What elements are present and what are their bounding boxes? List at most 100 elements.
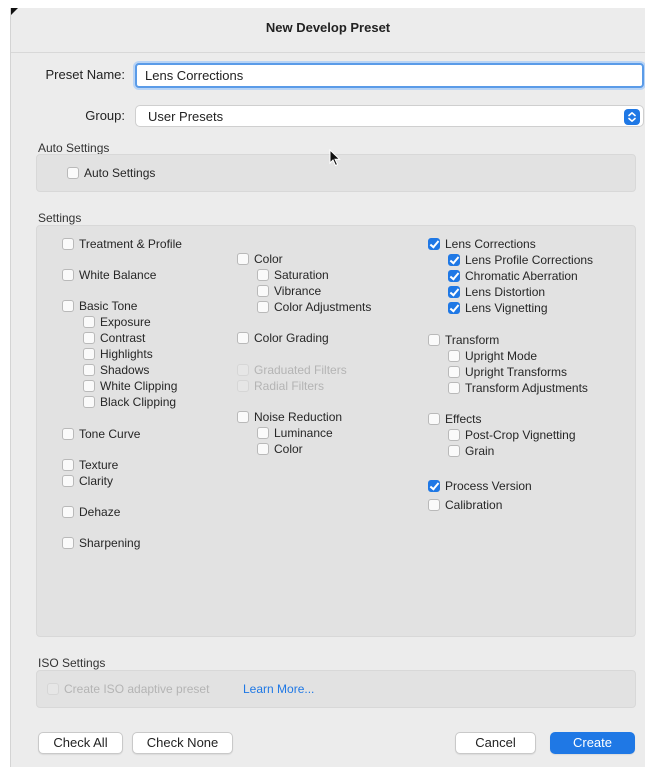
transform-adjustments-label: Transform Adjustments <box>465 381 588 395</box>
check-none-button[interactable]: Check None <box>132 732 233 754</box>
checkbox-clarity[interactable]: Clarity <box>62 473 113 489</box>
checkbox-white-clipping[interactable]: White Clipping <box>83 378 177 394</box>
group-select[interactable]: User Presets <box>135 105 644 127</box>
checkbox-upright-mode[interactable]: Upright Mode <box>448 348 537 364</box>
color-adjustments-label: Color Adjustments <box>274 300 372 314</box>
upright-transforms-label: Upright Transforms <box>465 365 568 379</box>
sharpening-label: Sharpening <box>79 536 141 550</box>
checkbox-post-crop-vignetting[interactable]: Post-Crop Vignetting <box>448 427 576 443</box>
mouse-pointer-icon <box>329 148 341 170</box>
group-label: Group: <box>85 108 125 123</box>
checkbox-dehaze[interactable]: Dehaze <box>62 504 120 520</box>
checkbox-iso-adaptive: Create ISO adaptive preset <box>47 681 209 697</box>
checkbox-noise-color[interactable]: Color <box>257 441 303 457</box>
checkbox-white-balance[interactable]: White Balance <box>62 267 156 283</box>
auto-settings-checkbox[interactable]: Auto Settings <box>67 165 155 181</box>
preset-name-input[interactable] <box>135 63 644 88</box>
titlebar-divider <box>11 52 645 53</box>
group-selected-value: User Presets <box>148 109 224 124</box>
checkbox-graduated-filters: Graduated Filters <box>237 362 347 378</box>
lens-distortion-label: Lens Distortion <box>465 285 546 299</box>
checkbox-shadows[interactable]: Shadows <box>83 362 149 378</box>
iso-adaptive-label: Create ISO adaptive preset <box>64 682 210 696</box>
auto-settings-section-title: Auto Settings <box>38 141 110 155</box>
lens-corrections-label: Lens Corrections <box>445 237 536 251</box>
chevron-updown-icon <box>624 109 640 125</box>
checkbox-basic-tone[interactable]: Basic Tone <box>62 298 137 314</box>
checkbox-transform[interactable]: Transform <box>428 332 499 348</box>
shadows-label: Shadows <box>100 363 150 377</box>
contrast-label: Contrast <box>100 331 146 345</box>
post-crop-vignetting-label: Post-Crop Vignetting <box>465 428 576 442</box>
checkbox-treatment-profile[interactable]: Treatment & Profile <box>62 236 182 252</box>
noise-reduction-label: Noise Reduction <box>254 410 343 424</box>
checkbox-lens-vignetting[interactable]: Lens Vignetting <box>448 300 548 316</box>
preset-name-label: Preset Name: <box>45 67 125 82</box>
luminance-label: Luminance <box>274 426 333 440</box>
checkbox-process-version[interactable]: Process Version <box>428 478 532 494</box>
checkbox-lens-corrections[interactable]: Lens Corrections <box>428 236 536 252</box>
checkbox-lens-distortion[interactable]: Lens Distortion <box>448 284 545 300</box>
check-all-button[interactable]: Check All <box>38 732 123 754</box>
white-clipping-label: White Clipping <box>100 379 178 393</box>
auto-settings-checkbox-label: Auto Settings <box>84 166 156 180</box>
checkbox-vibrance[interactable]: Vibrance <box>257 283 321 299</box>
vibrance-label: Vibrance <box>274 284 322 298</box>
checkbox-texture[interactable]: Texture <box>62 457 118 473</box>
white-balance-label: White Balance <box>79 268 157 282</box>
lens-vignetting-label: Lens Vignetting <box>465 301 548 315</box>
clarity-label: Clarity <box>79 474 114 488</box>
highlights-label: Highlights <box>100 347 153 361</box>
color-grading-label: Color Grading <box>254 331 329 345</box>
checkbox-sharpening[interactable]: Sharpening <box>62 535 140 551</box>
checkbox-upright-transforms[interactable]: Upright Transforms <box>448 364 567 380</box>
radial-filters-label: Radial Filters <box>254 379 325 393</box>
window-corner <box>11 8 18 15</box>
checkbox-tone-curve[interactable]: Tone Curve <box>62 426 140 442</box>
checkbox-transform-adjustments[interactable]: Transform Adjustments <box>448 380 588 396</box>
texture-label: Texture <box>79 458 119 472</box>
checkbox-lens-profile-corrections[interactable]: Lens Profile Corrections <box>448 252 593 268</box>
checkbox-highlights[interactable]: Highlights <box>83 346 153 362</box>
checkbox-radial-filters: Radial Filters <box>237 378 324 394</box>
checkbox-color[interactable]: Color <box>237 251 283 267</box>
graduated-filters-label: Graduated Filters <box>254 363 347 377</box>
checkbox-exposure[interactable]: Exposure <box>83 314 151 330</box>
learn-more-link[interactable]: Learn More... <box>243 682 314 696</box>
lens-profile-corrections-label: Lens Profile Corrections <box>465 253 594 267</box>
dehaze-label: Dehaze <box>79 505 121 519</box>
cancel-button[interactable]: Cancel <box>455 732 536 754</box>
upright-mode-label: Upright Mode <box>465 349 538 363</box>
checkbox-saturation[interactable]: Saturation <box>257 267 329 283</box>
transform-label: Transform <box>445 333 500 347</box>
color-label: Color <box>254 252 283 266</box>
new-develop-preset-dialog: New Develop Preset Preset Name: Group: U… <box>10 8 645 767</box>
grain-label: Grain <box>465 444 495 458</box>
settings-section-title: Settings <box>38 211 82 225</box>
checkbox-luminance[interactable]: Luminance <box>257 425 333 441</box>
calibration-label: Calibration <box>445 498 503 512</box>
create-button[interactable]: Create <box>550 732 635 754</box>
checkbox-color-grading[interactable]: Color Grading <box>237 330 329 346</box>
chromatic-aberration-label: Chromatic Aberration <box>465 269 578 283</box>
basic-tone-label: Basic Tone <box>79 299 138 313</box>
checkbox-color-adjustments[interactable]: Color Adjustments <box>257 299 371 315</box>
checkbox-grain[interactable]: Grain <box>448 443 494 459</box>
effects-label: Effects <box>445 412 482 426</box>
iso-settings-section-title: ISO Settings <box>38 656 106 670</box>
checkbox-effects[interactable]: Effects <box>428 411 481 427</box>
settings-panel: Treatment & Profile White Balance Basic … <box>36 225 636 637</box>
iso-settings-panel: Create ISO adaptive preset Learn More... <box>36 670 636 708</box>
checkbox-black-clipping[interactable]: Black Clipping <box>83 394 176 410</box>
noise-color-label: Color <box>274 442 303 456</box>
checkbox-calibration[interactable]: Calibration <box>428 497 502 513</box>
checkbox-noise-reduction[interactable]: Noise Reduction <box>237 409 342 425</box>
treatment-profile-label: Treatment & Profile <box>79 237 182 251</box>
tone-curve-label: Tone Curve <box>79 427 141 441</box>
checkbox-contrast[interactable]: Contrast <box>83 330 145 346</box>
checkbox-chromatic-aberration[interactable]: Chromatic Aberration <box>448 268 578 284</box>
saturation-label: Saturation <box>274 268 329 282</box>
process-version-label: Process Version <box>445 479 532 493</box>
dialog-title: New Develop Preset <box>265 20 391 35</box>
exposure-label: Exposure <box>100 315 151 329</box>
